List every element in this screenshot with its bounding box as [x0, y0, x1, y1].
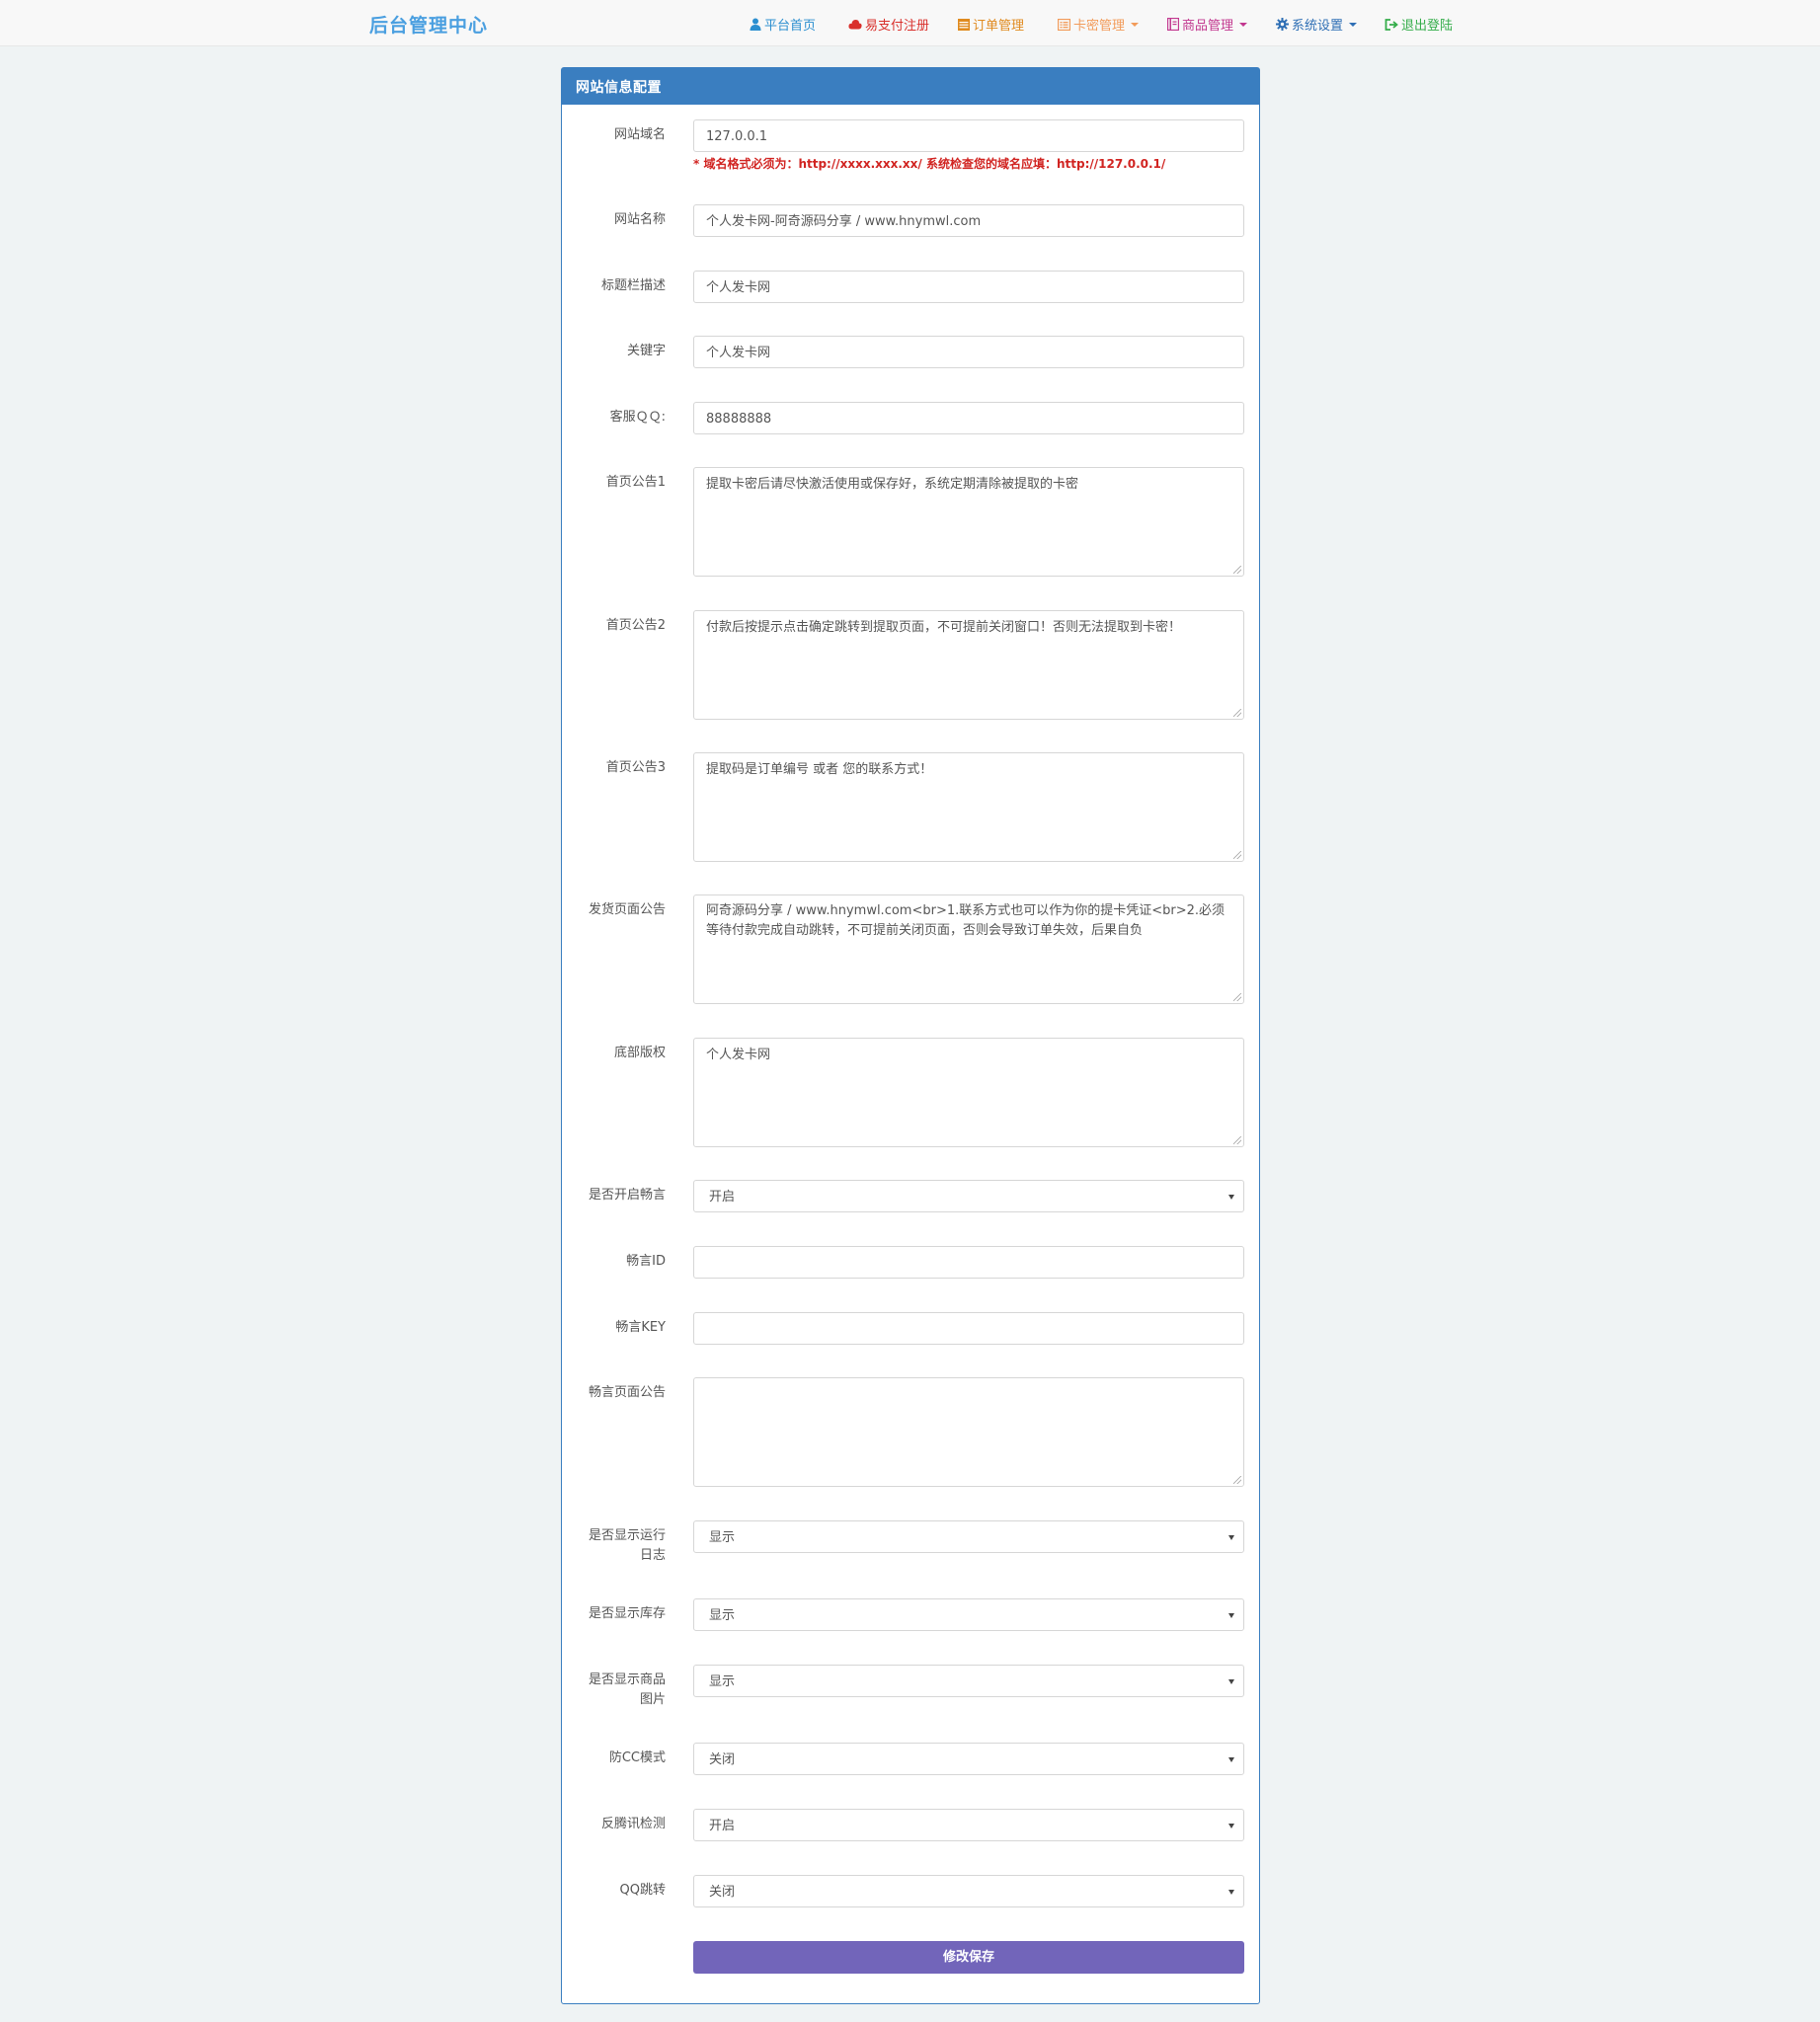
domain-label: 网站域名 — [613, 127, 666, 142]
chevron-down-icon — [1228, 1679, 1234, 1684]
nav-item-epay-register[interactable]: 易支付注册 — [848, 15, 929, 34]
chevron-down-icon — [1228, 1890, 1234, 1895]
show-image-label: 是否显示商品 图片 — [562, 1671, 666, 1710]
cloud-icon — [848, 19, 862, 30]
qq-label: 客服ＱＱ: — [609, 410, 666, 425]
chevron-down-icon — [1228, 1824, 1234, 1828]
chevron-down-icon — [1228, 1195, 1234, 1200]
chevron-down-icon — [1131, 22, 1140, 27]
anti-tencent-label: 反腾讯检测 — [600, 1817, 666, 1831]
delivery-notice-textarea[interactable]: 阿奇源码分享 / www.hnymwl.com<br>1.联系方式也可以作为你的… — [693, 894, 1244, 1004]
logout-icon — [1385, 18, 1398, 31]
changyan-enable-value: 开启 — [709, 1190, 736, 1205]
nav-item-home[interactable]: 平台首页 — [750, 15, 816, 34]
notice1-text: 提取卡密后请尽快激活使用或保存好，系统定期清除被提取的卡密 — [706, 477, 1079, 492]
notice2-label: 首页公告2 — [605, 618, 666, 633]
domain-input[interactable]: 127.0.0.1 — [693, 119, 1244, 152]
changyan-enable-select[interactable]: 开启 — [693, 1180, 1244, 1212]
nav-label: 退出登陆 — [1401, 19, 1454, 34]
changyan-notice-textarea[interactable] — [693, 1377, 1244, 1487]
notice1-label: 首页公告1 — [605, 475, 666, 490]
changyan-id-input[interactable] — [693, 1246, 1244, 1279]
resize-handle-icon[interactable] — [1233, 993, 1241, 1001]
domain-hint: * 域名格式必须为：http://xxxx.xxx.xx/ 系统检查您的域名应填… — [693, 157, 1166, 171]
qq-redirect-label: QQ跳转 — [619, 1883, 666, 1898]
nav-menu: 平台首页 易支付注册 订单管理 卡密管理 商品管理 系统设置 退出登陆 — [0, 0, 1820, 46]
site-config-panel: 网站信息配置 网站域名 127.0.0.1 * 域名格式必须为：http://x… — [561, 67, 1260, 2004]
show-image-value: 显示 — [709, 1674, 736, 1689]
nav-label: 卡密管理 — [1073, 19, 1126, 34]
notice3-textarea[interactable]: 提取码是订单编号 或者 您的联系方式！ — [693, 752, 1244, 862]
title-desc-label: 标题栏描述 — [600, 278, 666, 293]
resize-handle-icon[interactable] — [1233, 851, 1241, 859]
resize-handle-icon[interactable] — [1233, 566, 1241, 574]
show-log-label-line1: 是否显示运行 — [588, 1528, 666, 1543]
show-log-label-line2: 日志 — [639, 1548, 666, 1563]
list-icon — [958, 18, 970, 31]
top-navbar: 后台管理中心 平台首页 易支付注册 订单管理 卡密管理 商品管理 系统设置 退出… — [0, 0, 1820, 46]
book-icon — [1167, 18, 1179, 31]
site-name-input[interactable]: 个人发卡网-阿奇源码分享 / www.hnymwl.com — [693, 204, 1244, 237]
delivery-notice-label: 发货页面公告 — [588, 902, 666, 917]
chevron-down-icon — [1349, 22, 1358, 27]
changyan-id-label: 畅言ID — [626, 1254, 666, 1269]
nav-label: 平台首页 — [764, 19, 817, 34]
show-stock-label: 是否显示库存 — [588, 1606, 666, 1621]
nav-label: 商品管理 — [1182, 19, 1234, 34]
resize-handle-icon[interactable] — [1233, 1476, 1241, 1484]
nav-label: 易支付注册 — [865, 19, 930, 34]
anti-cc-select[interactable]: 关闭 — [693, 1743, 1244, 1775]
anti-cc-value: 关闭 — [709, 1752, 736, 1767]
gear-icon — [1276, 18, 1289, 31]
copyright-label: 底部版权 — [613, 1046, 666, 1060]
show-log-label: 是否显示运行 日志 — [562, 1526, 666, 1566]
keywords-input[interactable]: 个人发卡网 — [693, 336, 1244, 368]
notice1-textarea[interactable]: 提取卡密后请尽快激活使用或保存好，系统定期清除被提取的卡密 — [693, 467, 1244, 577]
changyan-key-label: 畅言KEY — [615, 1320, 666, 1335]
panel-title: 网站信息配置 — [562, 68, 1259, 105]
notice2-text: 付款后按提示点击确定跳转到提取页面，不可提前关闭窗口！否则无法提取到卡密！ — [706, 620, 1182, 635]
nav-label: 系统设置 — [1292, 19, 1344, 34]
copyright-textarea[interactable]: 个人发卡网 — [693, 1038, 1244, 1147]
notice2-textarea[interactable]: 付款后按提示点击确定跳转到提取页面，不可提前关闭窗口！否则无法提取到卡密！ — [693, 610, 1244, 720]
resize-handle-icon[interactable] — [1233, 709, 1241, 717]
show-log-value: 显示 — [709, 1530, 736, 1545]
resize-handle-icon[interactable] — [1233, 1136, 1241, 1144]
changyan-notice-label: 畅言页面公告 — [588, 1385, 666, 1400]
nav-item-logout[interactable]: 退出登陆 — [1385, 15, 1453, 34]
anti-tencent-select[interactable]: 开启 — [693, 1809, 1244, 1841]
delivery-notice-text: 阿奇源码分享 / www.hnymwl.com<br>1.联系方式也可以作为你的… — [706, 903, 1226, 938]
show-log-select[interactable]: 显示 — [693, 1520, 1244, 1553]
show-image-label-line2: 图片 — [639, 1692, 666, 1707]
keywords-label: 关键字 — [626, 344, 666, 358]
qq-input[interactable]: 88888888 — [693, 402, 1244, 434]
nav-item-orders[interactable]: 订单管理 — [958, 15, 1024, 34]
notice3-label: 首页公告3 — [605, 760, 666, 775]
title-desc-input[interactable]: 个人发卡网 — [693, 271, 1244, 303]
user-icon — [750, 18, 761, 31]
nav-item-system-settings[interactable]: 系统设置 — [1276, 15, 1358, 34]
notice3-text: 提取码是订单编号 或者 您的联系方式！ — [706, 762, 933, 777]
show-image-label-line1: 是否显示商品 — [588, 1672, 666, 1687]
show-stock-value: 显示 — [709, 1608, 736, 1623]
chevron-down-icon — [1228, 1757, 1234, 1762]
chevron-down-icon — [1228, 1613, 1234, 1618]
chevron-down-icon — [1239, 22, 1248, 27]
chevron-down-icon — [1228, 1535, 1234, 1540]
changyan-key-input[interactable] — [693, 1312, 1244, 1345]
anti-tencent-value: 开启 — [709, 1819, 736, 1833]
changyan-enable-label: 是否开启畅言 — [588, 1188, 666, 1203]
show-stock-select[interactable]: 显示 — [693, 1598, 1244, 1631]
copyright-text: 个人发卡网 — [706, 1048, 771, 1062]
anti-cc-label: 防CC模式 — [608, 1750, 666, 1765]
nav-label: 订单管理 — [973, 19, 1025, 34]
show-image-select[interactable]: 显示 — [693, 1665, 1244, 1697]
nav-item-product-management[interactable]: 商品管理 — [1167, 15, 1248, 34]
list-alt-icon — [1058, 18, 1070, 31]
qq-redirect-value: 关闭 — [709, 1885, 736, 1900]
qq-redirect-select[interactable]: 关闭 — [693, 1875, 1244, 1907]
site-name-label: 网站名称 — [613, 212, 666, 227]
save-button[interactable]: 修改保存 — [693, 1941, 1244, 1974]
nav-item-card-management[interactable]: 卡密管理 — [1058, 15, 1140, 34]
